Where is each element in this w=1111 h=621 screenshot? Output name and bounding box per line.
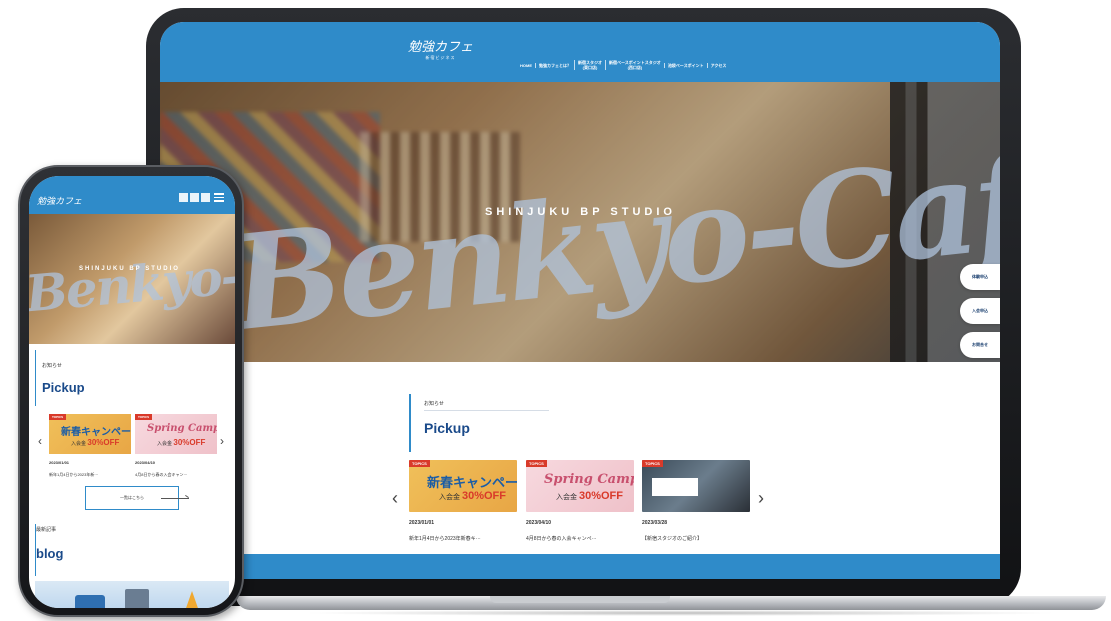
site-header: 勉強カフェ 新宿ビジネス HOME 勉強カフェとは？ 新宿スタジオ (東口店) …: [160, 22, 1000, 82]
carousel-next-button[interactable]: ›: [758, 488, 764, 509]
news-card-image: TOPICS Spring Campaign 入会金 30%OFF: [526, 460, 634, 512]
nav-access[interactable]: アクセス: [706, 62, 730, 68]
mobile-carousel-prev[interactable]: ‹: [38, 434, 42, 448]
mobile-news-accent-bar: [35, 350, 36, 406]
news-card-date: 2023/03/28: [642, 520, 668, 526]
hero-title: SHINJUKU BP STUDIO: [485, 206, 676, 218]
news-card-title: 4月8日から春の入会キャンペ···: [526, 536, 597, 542]
banner-sub-text: 入会金 30%OFF: [439, 490, 506, 502]
mobile-hero: Benkyo-Cafe SHINJUKU BP STUDIO: [29, 214, 235, 344]
mobile-carousel-next[interactable]: ›: [220, 434, 224, 448]
arrow-right-icon: [161, 498, 189, 499]
mobile-news-card-date: 2023/01/01: [49, 460, 70, 465]
topics-tag: TOPICS: [526, 460, 547, 467]
banner-sub-text: 入会金 30%OFF: [556, 490, 623, 502]
mobile-logo[interactable]: 勉強カフェ: [37, 194, 82, 207]
main-nav: HOME 勉強カフェとは？ 新宿スタジオ (東口店) 新宿ベースポイントスタジオ…: [517, 60, 729, 70]
mobile-news-card[interactable]: TOPICS 新春キャンペーン 入会金 30%OFF 2023/01/01 新年…: [49, 414, 131, 478]
news-heading: Pickup: [424, 420, 470, 436]
news-accent-bar: [409, 394, 411, 452]
mobile-hero-script: Benkyo-Cafe: [29, 235, 235, 324]
mobile-quick-icons: [179, 193, 210, 202]
news-card[interactable]: TOPICS Spring Campaign 入会金 30%OFF 2023/0…: [526, 460, 634, 542]
nav-shinjuku-bp-studio[interactable]: 新宿ベースポイントスタジオ (西口店): [605, 60, 664, 70]
laptop-screen: 勉強カフェ 新宿ビジネス HOME 勉強カフェとは？ 新宿スタジオ (東口店) …: [160, 22, 1000, 579]
banner-main-text: Spring Campaign: [147, 423, 217, 434]
mobile-news-card-image: TOPICS Spring Campaign 入会金 30%OFF: [135, 414, 217, 454]
topics-tag: TOPICS: [49, 414, 67, 420]
news-card-date: 2023/01/01: [409, 520, 435, 526]
news-card-title: 新年1月4日から2023年新春キ···: [409, 536, 481, 542]
banner-sub-text: 入会金 30%OFF: [71, 438, 120, 447]
laptop-shadow: [300, 610, 1060, 616]
news-label: お知らせ: [424, 401, 444, 407]
banner-main-text: 新春キャンペーン: [427, 475, 517, 490]
mobile-header: 勉強カフェ: [29, 176, 235, 214]
mobile-news-heading: Pickup: [42, 380, 85, 395]
topics-tag: TOPICS: [135, 414, 153, 420]
footer-bar: [160, 554, 1000, 579]
mobile-news-card-title: 4月8日から春の入会キャン···: [135, 472, 188, 477]
banner-main-text: 新春キャンペーン: [61, 427, 131, 438]
side-tabs: 体験申込 入会申込 お問合せ: [960, 264, 1000, 362]
join-icon[interactable]: [190, 193, 199, 202]
studio-photo-caption: [652, 478, 698, 496]
topics-tag: TOPICS: [409, 460, 430, 467]
side-tab-join[interactable]: 入会申込: [960, 298, 1000, 324]
news-card[interactable]: TOPICS 2023/03/28 【新宿スタジオのご紹介】: [642, 460, 750, 542]
news-card[interactable]: TOPICS 新春キャンペーン 入会金 30%OFF 2023/01/01 新年…: [409, 460, 517, 542]
mobile-news-card-date: 2023/04/10: [135, 460, 156, 465]
topics-tag: TOPICS: [642, 460, 663, 467]
mobile-news-card-title: 新年1月4日から2023年新···: [49, 472, 99, 477]
news-card-image: TOPICS 新春キャンペーン 入会金 30%OFF: [409, 460, 517, 512]
laptop-notch: [490, 596, 670, 603]
mobile-news-card[interactable]: TOPICS Spring Campaign 入会金 30%OFF 2023/0…: [135, 414, 217, 478]
phone-screen: 勉強カフェ Benkyo-Cafe SHINJUKU BP STUDIO お知ら…: [29, 176, 235, 608]
mobile-news-card-image: TOPICS 新春キャンペーン 入会金 30%OFF: [49, 414, 131, 454]
nav-home[interactable]: HOME: [517, 63, 535, 68]
logo-sub-text: 新宿ビジネス: [425, 55, 456, 60]
side-tab-trial[interactable]: 体験申込: [960, 264, 1000, 290]
news-card-title: 【新宿スタジオのご紹介】: [642, 536, 703, 542]
site-logo[interactable]: 勉強カフェ 新宿ビジネス: [408, 36, 473, 61]
contact-icon[interactable]: [201, 193, 210, 202]
blog-heading: blog: [36, 546, 64, 561]
blog-thumbnail[interactable]: [35, 581, 229, 608]
banner-main-text: Spring Campaign: [544, 472, 634, 487]
news-card-date: 2023/04/10: [526, 520, 552, 526]
nav-ikebukuro-bp[interactable]: 池袋ベースポイント: [663, 62, 707, 68]
trial-icon[interactable]: [179, 193, 188, 202]
laptop-base: [236, 596, 1106, 610]
news-card-image: TOPICS: [642, 460, 750, 512]
nav-about[interactable]: 勉強カフェとは？: [535, 62, 574, 68]
blog-label: 最新記事: [36, 527, 57, 533]
news-divider: [424, 410, 549, 411]
hamburger-menu-icon[interactable]: [214, 193, 224, 204]
logo-main-text: 勉強カフェ: [408, 40, 474, 55]
mobile-hero-title: SHINJUKU BP STUDIO: [79, 266, 180, 272]
nav-shinjuku-studio[interactable]: 新宿スタジオ (東口店): [574, 60, 605, 70]
side-tab-contact[interactable]: お問合せ: [960, 332, 1000, 358]
mobile-news-label: お知らせ: [42, 363, 62, 369]
banner-sub-text: 入会金 30%OFF: [157, 438, 206, 447]
carousel-prev-button[interactable]: ‹: [392, 488, 398, 509]
footer-notch: [741, 541, 1000, 554]
hero-banner: Benkyo-Cafe SHINJUKU BP STUDIO 体験申込 入会申込…: [160, 82, 1000, 362]
